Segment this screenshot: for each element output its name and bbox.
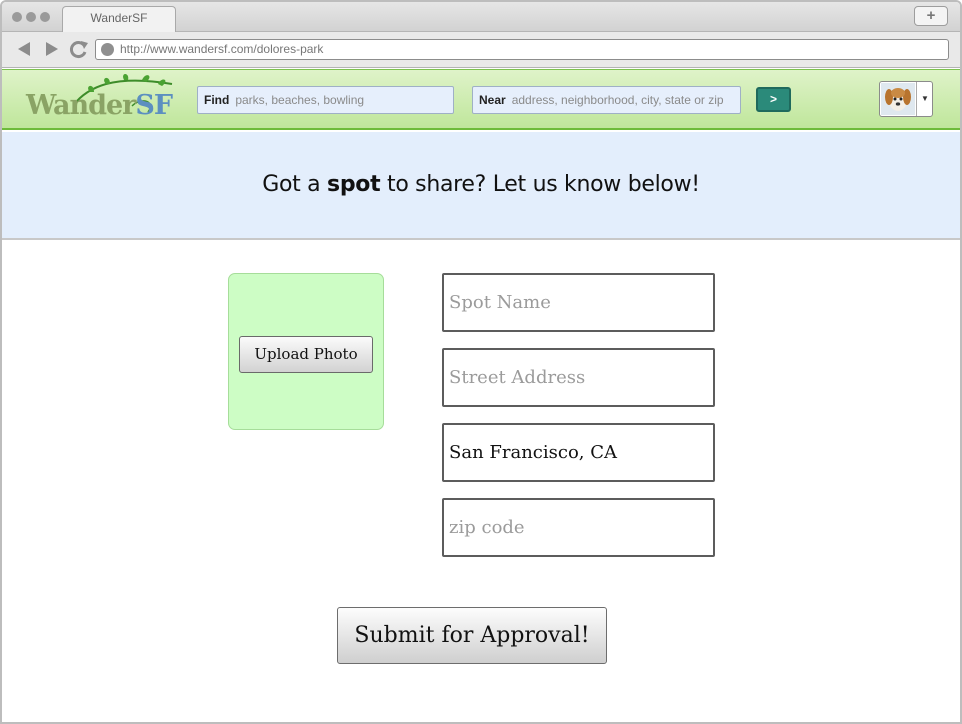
banner-prefix: Got a bbox=[262, 172, 328, 197]
browser-titlebar: WanderSF + bbox=[2, 2, 960, 32]
browser-window: WanderSF + http://www.wandersf.com/dolor… bbox=[0, 0, 962, 724]
address-bar[interactable]: http://www.wandersf.com/dolores-park bbox=[95, 39, 949, 60]
window-minimize-control[interactable] bbox=[26, 12, 36, 22]
find-label: Find bbox=[204, 93, 230, 107]
street-address-placeholder: Street Address bbox=[449, 367, 586, 388]
address-bar-url: http://www.wandersf.com/dolores-park bbox=[120, 42, 324, 56]
logo-wordmark: WanderSF bbox=[26, 90, 173, 121]
near-placeholder: address, neighborhood, city, state or zi… bbox=[511, 93, 724, 107]
browser-tab[interactable]: WanderSF bbox=[62, 6, 176, 32]
search-go-button[interactable]: > bbox=[756, 87, 791, 112]
back-arrow-icon[interactable] bbox=[14, 39, 34, 59]
window-close-control[interactable] bbox=[12, 12, 22, 22]
city-state-input[interactable]: San Francisco, CA bbox=[442, 423, 715, 482]
share-banner: Got a spot to share? Let us know below! bbox=[2, 132, 960, 240]
street-address-input[interactable]: Street Address bbox=[442, 348, 715, 407]
avatar bbox=[881, 83, 915, 115]
new-tab-button[interactable]: + bbox=[914, 6, 948, 26]
city-state-value: San Francisco, CA bbox=[449, 442, 618, 463]
submit-for-approval-button[interactable]: Submit for Approval! bbox=[337, 607, 607, 664]
upload-photo-button[interactable]: Upload Photo bbox=[239, 336, 373, 373]
find-search-input[interactable]: Find parks, beaches, bowling bbox=[197, 86, 454, 114]
spot-name-placeholder: Spot Name bbox=[449, 292, 551, 313]
site-header: WanderSF Find parks, beaches, bowling Nea… bbox=[2, 69, 960, 130]
window-zoom-control[interactable] bbox=[40, 12, 50, 22]
banner-suffix: to share? Let us know below! bbox=[380, 172, 700, 197]
spot-name-input[interactable]: Spot Name bbox=[442, 273, 715, 332]
user-menu-button[interactable]: ▼ bbox=[879, 81, 933, 117]
zip-code-placeholder: zip code bbox=[449, 517, 525, 538]
photo-upload-area[interactable]: Upload Photo bbox=[228, 273, 384, 430]
chevron-down-icon: ▼ bbox=[916, 82, 933, 116]
reload-icon[interactable] bbox=[69, 39, 89, 59]
browser-navbar: http://www.wandersf.com/dolores-park bbox=[2, 32, 960, 68]
puppy-avatar-icon bbox=[881, 83, 915, 115]
banner-emphasis: spot bbox=[327, 172, 381, 197]
wandersf-logo[interactable]: WanderSF bbox=[24, 72, 176, 128]
find-placeholder: parks, beaches, bowling bbox=[235, 93, 365, 107]
forward-arrow-icon[interactable] bbox=[42, 39, 62, 59]
near-label: Near bbox=[479, 93, 506, 107]
near-location-input[interactable]: Near address, neighborhood, city, state o… bbox=[472, 86, 741, 114]
page-icon bbox=[101, 43, 114, 56]
zip-code-input[interactable]: zip code bbox=[442, 498, 715, 557]
